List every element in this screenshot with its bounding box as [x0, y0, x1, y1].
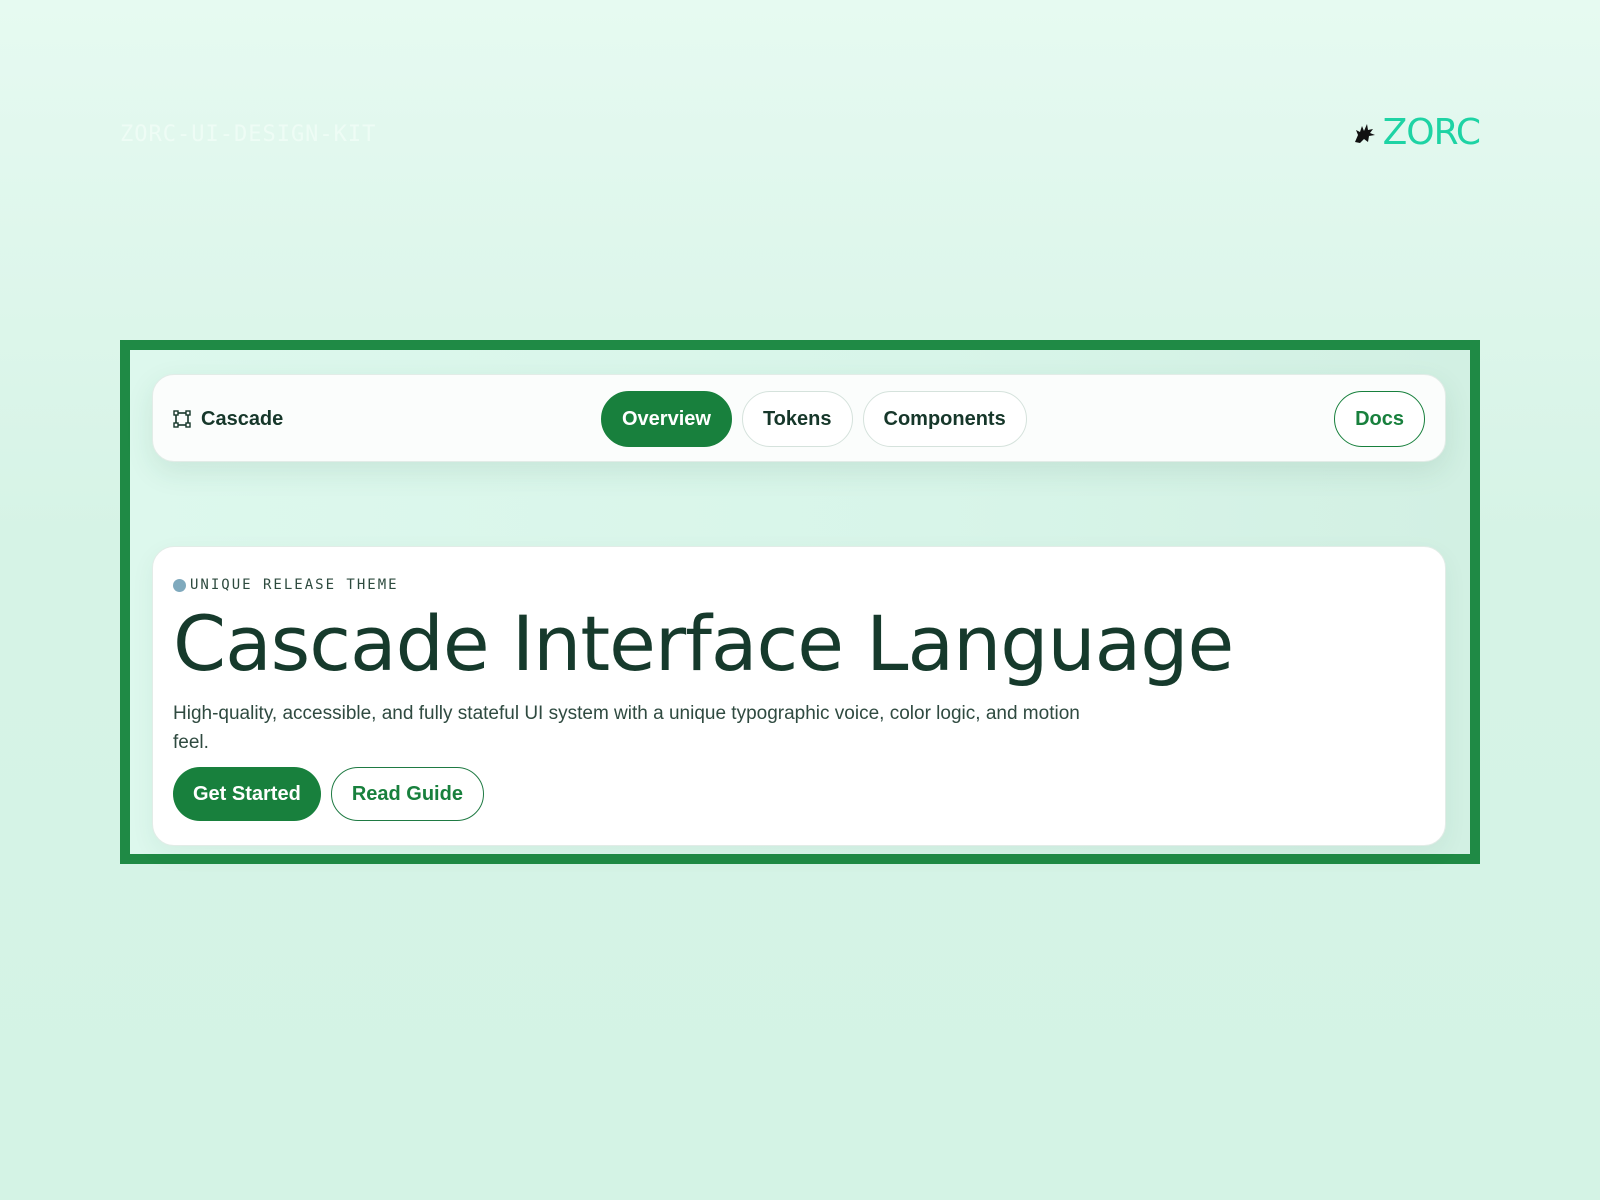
read-guide-button[interactable]: Read Guide — [330, 767, 484, 821]
nav-brand[interactable]: Cascade — [173, 375, 283, 463]
tab-components[interactable]: Components — [862, 391, 1027, 447]
nav-brand-name: Cascade — [201, 407, 284, 430]
wolf-icon — [1351, 119, 1379, 147]
hero-description: High-quality, accessible, and fully stat… — [173, 703, 1080, 753]
hero-actions: Get Started Read Guide — [173, 767, 484, 821]
highlight-frame: Cascade Overview Tokens Components Docs … — [120, 340, 1480, 864]
zorc-logo: ZORC — [1351, 112, 1481, 153]
eyebrow-label: UNIQUE RELEASE THEME — [190, 577, 399, 593]
status-dot-icon — [173, 578, 186, 592]
kit-label: ZORC-UI-DESIGN-KIT — [120, 122, 377, 147]
vector-square-icon — [173, 410, 191, 428]
docs-button[interactable]: Docs — [1334, 391, 1425, 447]
nav-tabs: Overview Tokens Components — [601, 391, 1027, 447]
tab-overview[interactable]: Overview — [601, 391, 732, 447]
top-navbar: Cascade Overview Tokens Components Docs — [152, 374, 1446, 462]
tab-tokens[interactable]: Tokens — [741, 391, 853, 447]
get-started-button[interactable]: Get Started — [173, 767, 321, 821]
eyebrow: UNIQUE RELEASE THEME — [173, 577, 399, 593]
brand-name: ZORC — [1382, 112, 1481, 153]
hero-title: Cascade Interface Language — [173, 599, 1234, 688]
hero-card: UNIQUE RELEASE THEME Cascade Interface L… — [152, 546, 1446, 846]
